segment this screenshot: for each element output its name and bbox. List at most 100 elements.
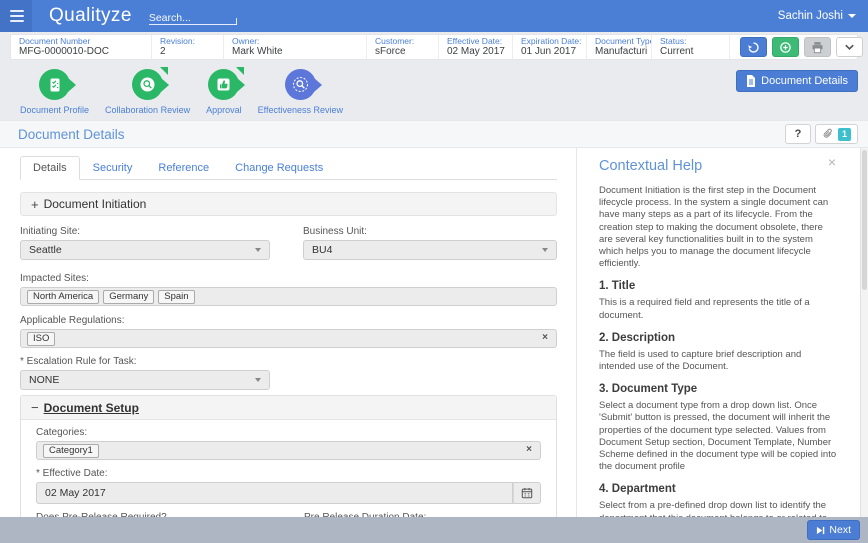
document-setup-section-header[interactable]: − Document Setup xyxy=(21,396,556,420)
corner-flag-icon xyxy=(160,67,168,75)
calendar-button[interactable] xyxy=(513,482,541,504)
escalation-rule-select[interactable]: NONE xyxy=(20,370,270,390)
calendar-icon xyxy=(521,487,533,499)
chevron-down-icon xyxy=(844,42,855,53)
document-info-strip: Document Number MFG-0000010-DOC Revision… xyxy=(10,34,858,60)
search-box xyxy=(149,8,237,25)
initiating-site-select[interactable]: Seattle xyxy=(20,240,270,260)
workflow-step-effectiveness-review[interactable]: Effectiveness Review xyxy=(258,69,343,120)
top-bar: Qualityze Sachin Joshi xyxy=(0,0,868,32)
add-button[interactable] xyxy=(772,37,799,57)
initiating-site-label: Initiating Site: xyxy=(20,225,270,238)
document-details-button[interactable]: Document Details xyxy=(736,70,858,92)
print-button[interactable] xyxy=(804,37,831,57)
clear-icon[interactable]: × xyxy=(526,444,532,455)
attachment-count-badge: 1 xyxy=(838,128,851,141)
pre-release-required-label: Does Pre-Release Required? xyxy=(36,512,304,517)
workflow-step-approval[interactable]: Approval xyxy=(206,69,242,120)
effective-date-input[interactable]: 02 May 2017 xyxy=(36,482,513,504)
expand-plus-icon: + xyxy=(31,197,39,212)
tab-security[interactable]: Security xyxy=(80,156,146,180)
document-details-button-label: Document Details xyxy=(761,75,848,87)
pre-release-duration-label: Pre Release Duration Date: xyxy=(304,512,426,517)
help-heading-description: 2. Description xyxy=(599,331,838,346)
effective-date-group: 02 May 2017 xyxy=(36,482,541,504)
escalation-rule-label: * Escalation Rule for Task: xyxy=(20,355,557,368)
tag-germany[interactable]: Germany xyxy=(103,290,154,304)
tab-change-requests[interactable]: Change Requests xyxy=(222,156,336,180)
help-body-department: Select from a pre-defined drop down list… xyxy=(599,500,838,517)
site-unit-row: Initiating Site: Seattle Business Unit: … xyxy=(20,216,557,260)
restore-revision-button[interactable] xyxy=(740,37,767,57)
business-unit-value: BU4 xyxy=(312,244,332,256)
tag-iso[interactable]: ISO xyxy=(27,332,55,346)
tab-reference[interactable]: Reference xyxy=(145,156,222,180)
document-action-buttons xyxy=(729,35,868,59)
workflow-step-label: Approval xyxy=(206,105,242,115)
footer-bar: Next xyxy=(0,517,868,543)
impacted-sites-input[interactable]: North America Germany Spain xyxy=(20,287,557,306)
workflow-step-collaboration-review[interactable]: Collaboration Review xyxy=(105,69,190,120)
initiating-site-value: Seattle xyxy=(29,244,62,256)
restore-icon xyxy=(747,41,760,54)
doc-field-effective-date: Effective Date: 02 May 2017 xyxy=(438,35,512,59)
scrollbar[interactable] xyxy=(860,148,868,517)
user-name: Sachin Joshi xyxy=(778,10,843,22)
document-initiation-section-header[interactable]: + Document Initiation xyxy=(20,192,557,216)
more-actions-button[interactable] xyxy=(836,37,863,57)
corner-flag-icon xyxy=(236,67,244,75)
effective-date-value: 02 May 2017 xyxy=(45,487,106,499)
help-intro-text: Document Initiation is the first step in… xyxy=(599,185,838,270)
contextual-help-panel: Contextual Help × Document Initiation is… xyxy=(577,148,860,517)
workflow-step-label: Document Profile xyxy=(20,105,89,115)
scrollbar-thumb[interactable] xyxy=(862,150,867,290)
document-icon xyxy=(746,75,756,87)
document-setup-body: Categories: Category1 × * Effective Date… xyxy=(21,420,556,517)
page-title: Document Details xyxy=(18,127,125,142)
help-heading-department: 4. Department xyxy=(599,482,838,497)
panel-header: Document Details ? 1 xyxy=(0,120,868,148)
tag-spain[interactable]: Spain xyxy=(158,290,194,304)
help-body-description: The field is used to capture brief descr… xyxy=(599,349,838,373)
paperclip-icon xyxy=(822,128,834,140)
doc-field-expiration-date: Expiration Date: 01 Jun 2017 xyxy=(512,35,586,59)
effective-date-label: * Effective Date: xyxy=(36,467,541,480)
hamburger-menu-icon[interactable] xyxy=(0,0,32,32)
main-content: Details Security Reference Change Reques… xyxy=(0,148,868,517)
doc-field-customer: Customer: sForce xyxy=(366,35,438,59)
impacted-sites-label: Impacted Sites: xyxy=(20,272,557,285)
help-body-title: This is a required field and represents … xyxy=(599,297,838,321)
business-unit-label: Business Unit: xyxy=(303,225,557,238)
question-icon: ? xyxy=(795,128,802,140)
section-title: Document Setup xyxy=(44,401,139,415)
help-button[interactable]: ? xyxy=(785,124,811,144)
doc-field-revision: Revision: 2 xyxy=(151,35,223,59)
tab-bar: Details Security Reference Change Reques… xyxy=(20,156,557,180)
workflow-step-document-profile[interactable]: Document Profile xyxy=(20,69,89,120)
doc-field-document-type: Document Type: Manufacturing Do xyxy=(586,35,651,59)
panel-actions: ? 1 xyxy=(785,124,858,144)
next-button[interactable]: Next xyxy=(807,520,860,540)
applicable-regulations-input[interactable]: ISO × xyxy=(20,329,557,348)
business-unit-select[interactable]: BU4 xyxy=(303,240,557,260)
doc-field-status: Status: Current xyxy=(651,35,729,59)
brand-logo[interactable]: Qualityze xyxy=(49,5,132,27)
skip-forward-icon xyxy=(816,526,825,535)
workflow-step-label: Collaboration Review xyxy=(105,105,190,115)
help-heading-document-type: 3. Document Type xyxy=(599,382,838,397)
document-setup-section: − Document Setup Categories: Category1 ×… xyxy=(20,395,557,517)
workflow-step-label: Effectiveness Review xyxy=(258,105,343,115)
clear-icon[interactable]: × xyxy=(542,332,548,343)
user-menu[interactable]: Sachin Joshi xyxy=(778,0,856,32)
caret-down-icon xyxy=(255,378,261,382)
applicable-regulations-label: Applicable Regulations: xyxy=(20,314,557,327)
search-input[interactable] xyxy=(149,10,237,26)
review-magnifier-icon xyxy=(132,69,163,100)
categories-input[interactable]: Category1 × xyxy=(36,441,541,460)
close-icon[interactable]: × xyxy=(828,155,836,169)
caret-down-icon xyxy=(255,248,261,252)
tag-category1[interactable]: Category1 xyxy=(43,444,99,458)
tag-north-america[interactable]: North America xyxy=(27,290,99,304)
attachments-button[interactable]: 1 xyxy=(815,124,858,144)
tab-details[interactable]: Details xyxy=(20,156,80,180)
